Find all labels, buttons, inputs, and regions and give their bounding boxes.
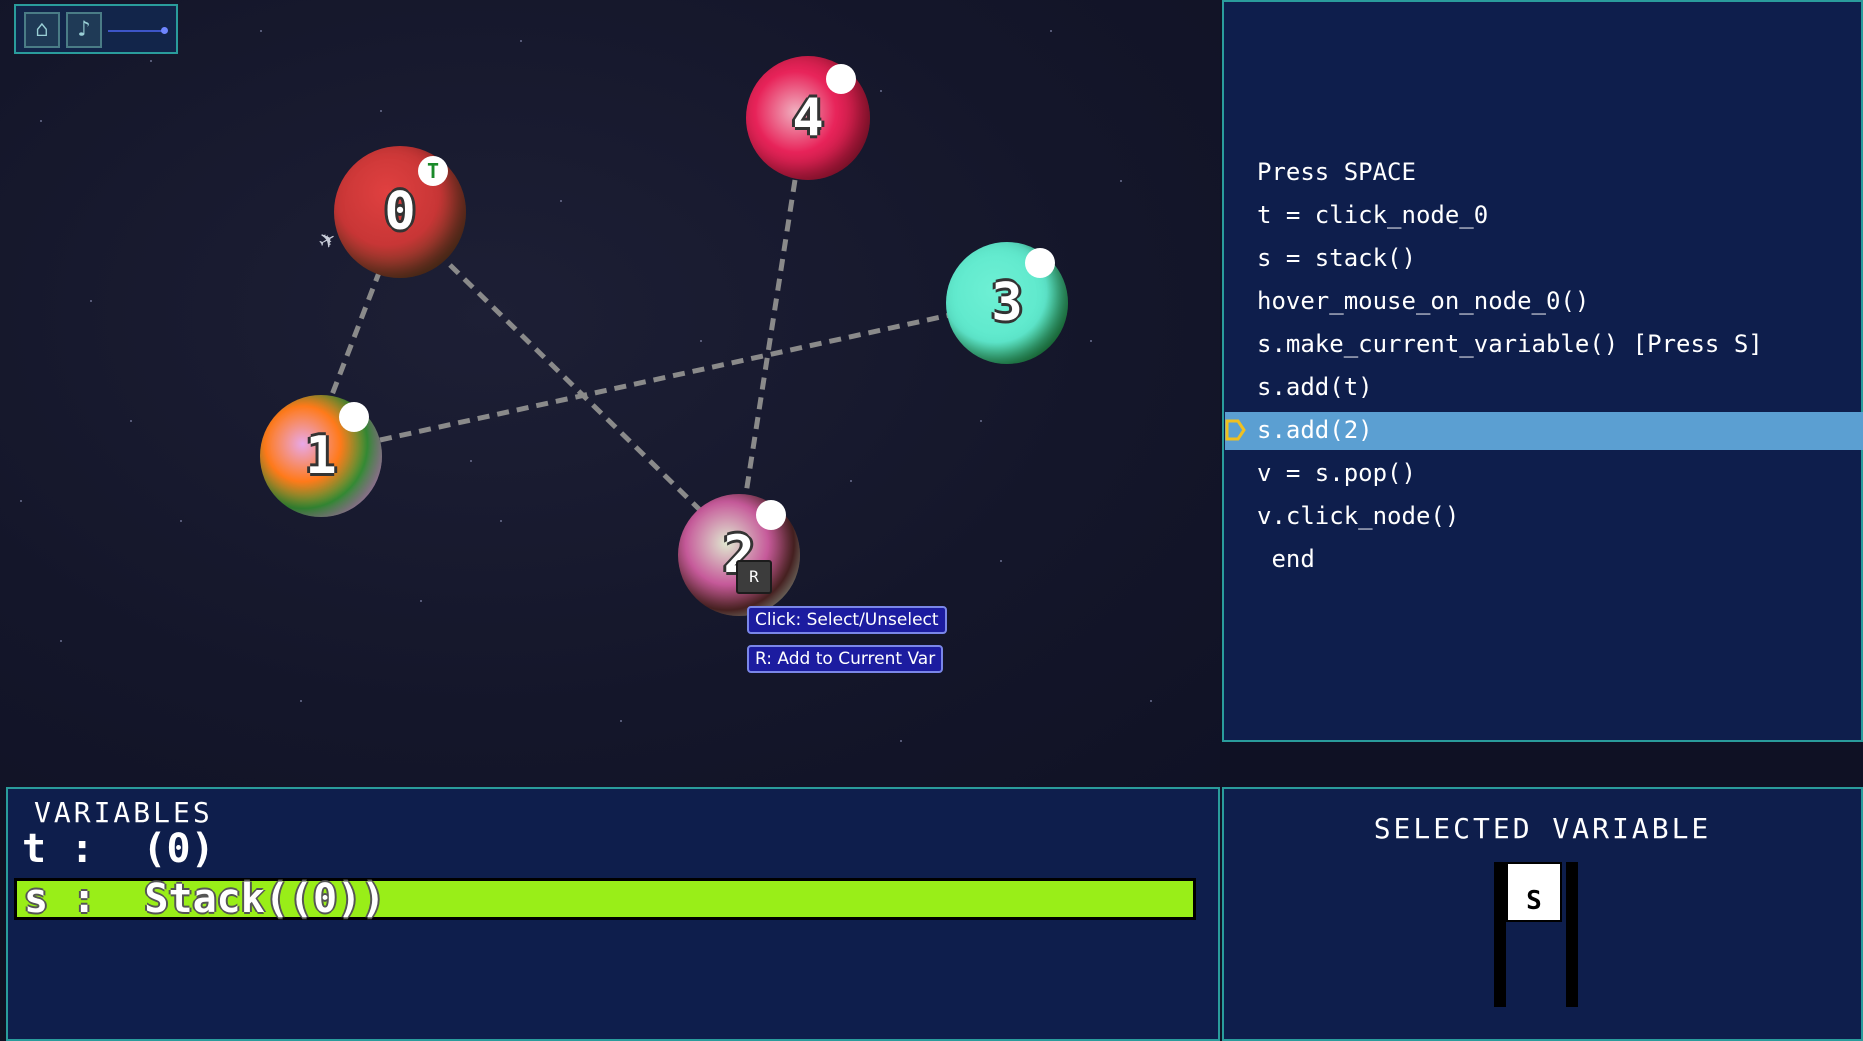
edge-4-2 <box>742 179 798 501</box>
node-2-dot <box>756 500 786 530</box>
stack-left-wall <box>1494 862 1506 1007</box>
code-line-3: hover_mouse_on_node_0() <box>1257 287 1590 315</box>
code-line-7: v = s.pop() <box>1257 459 1416 487</box>
variable-row-t[interactable]: t : (0) <box>22 826 215 872</box>
current-line-arrow-icon <box>1225 419 1246 441</box>
graph-edges <box>327 179 951 512</box>
code-line-6: s.add(2) <box>1257 416 1373 444</box>
node-1-dot <box>339 402 369 432</box>
code-line-8: v.click_node() <box>1257 502 1460 530</box>
code-line-5: s.add(t) <box>1257 373 1373 401</box>
code-line-1: t = click_node_0 <box>1257 201 1489 229</box>
tooltip-click: Click: Select/Unselect <box>747 606 947 634</box>
code-line-2: s = stack() <box>1257 244 1416 272</box>
node-0-badge: T <box>418 156 448 186</box>
r-key-icon: R <box>736 560 772 594</box>
variables-title: VARIABLES <box>34 796 213 829</box>
node-4-dot <box>826 64 856 94</box>
tooltip-r-key: R: Add to Current Var <box>747 645 944 673</box>
edge-0-2 <box>448 263 702 512</box>
node-3-dot <box>1025 248 1055 278</box>
edge-1-3 <box>379 312 951 443</box>
node-1-label: 1 <box>305 426 337 486</box>
edge-0-1 <box>327 269 383 401</box>
node-3-label: 3 <box>991 273 1023 333</box>
stack-right-wall <box>1566 862 1578 1007</box>
code-line-0: Press SPACE <box>1257 158 1416 186</box>
variable-row-s[interactable]: s : Stack((0)) <box>24 876 385 922</box>
node-4-label: 4 <box>792 88 824 148</box>
code-line-4: s.make_current_variable() [Press S] <box>1257 330 1763 358</box>
selected-variable-title: SELECTED VARIABLE <box>1373 812 1712 845</box>
stack-item: S <box>1506 862 1562 922</box>
code-line-9: end <box>1257 545 1315 573</box>
node-0-label: 0 <box>384 182 416 242</box>
